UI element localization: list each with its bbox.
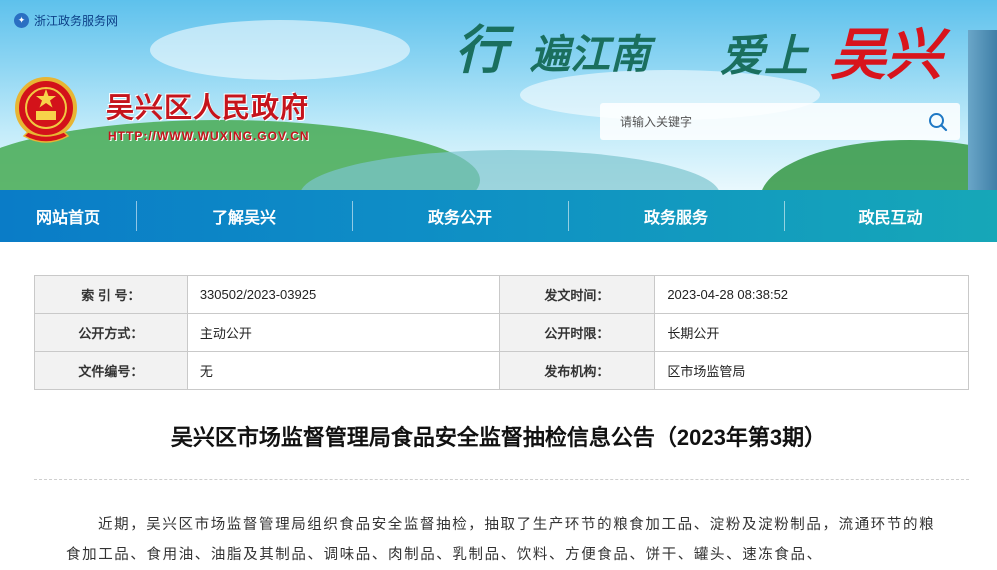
zhejiang-service-link[interactable]: ✦ 浙江政务服务网 xyxy=(14,12,118,29)
org-value: 区市场监管局 xyxy=(654,351,969,390)
main-nav: 网站首页 了解吴兴 政务公开 政务服务 政民互动 xyxy=(0,190,997,242)
table-row: 索 引 号： 330502/2023-03925 发文时间： 2023-04-2… xyxy=(34,275,969,314)
slogan-part: 遍江南 xyxy=(530,31,650,78)
nav-item-interaction[interactable]: 政民互动 xyxy=(784,190,997,242)
zhejiang-service-icon: ✦ xyxy=(14,13,29,28)
open-period-value: 长期公开 xyxy=(654,313,969,352)
site-title: 吴兴区人民政府 xyxy=(106,92,310,123)
article-body: 近期，吴兴区市场监督管理局组织食品安全监督抽检，抽取了生产环节的粮食加工品、淀粉… xyxy=(66,517,936,563)
index-label: 索 引 号： xyxy=(34,275,188,314)
divider xyxy=(34,479,969,480)
doc-no-label: 文件编号： xyxy=(34,351,188,390)
nav-item-gov-affairs[interactable]: 政务公开 xyxy=(352,190,568,242)
hill-decoration xyxy=(760,140,997,190)
national-emblem-icon xyxy=(15,77,77,143)
org-label: 发布机构： xyxy=(498,351,656,390)
table-row: 文件编号： 无 发布机构： 区市场监管局 xyxy=(34,351,969,390)
date-label: 发文时间： xyxy=(498,275,656,314)
open-period-label: 公开时限： xyxy=(498,313,656,352)
slogan-part: 行 xyxy=(455,20,508,81)
search-box xyxy=(600,103,960,140)
nav-item-about[interactable]: 了解吴兴 xyxy=(136,190,352,242)
open-method-value: 主动公开 xyxy=(186,313,500,352)
site-url: HTTP://WWW.WUXING.GOV.CN xyxy=(108,129,310,143)
table-row: 公开方式： 主动公开 公开时限： 长期公开 xyxy=(34,313,969,352)
index-value: 330502/2023-03925 xyxy=(186,275,500,314)
slogan-banner: 行 遍江南 爱上 吴兴 xyxy=(455,2,975,97)
article-title: 吴兴区市场监督管理局食品安全监督抽检信息公告（2023年第3期） xyxy=(170,425,827,450)
document-meta-table: 索 引 号： 330502/2023-03925 发文时间： 2023-04-2… xyxy=(34,275,969,390)
nav-item-home[interactable]: 网站首页 xyxy=(0,190,136,242)
search-input[interactable] xyxy=(600,114,916,129)
cloud-decoration xyxy=(150,20,410,80)
nav-item-gov-services[interactable]: 政务服务 xyxy=(568,190,784,242)
search-icon[interactable] xyxy=(916,103,960,140)
slogan-part: 吴兴 xyxy=(830,22,942,88)
header-banner: ✦ 浙江政务服务网 吴兴区人民政府 HTTP://WWW.WUXING.GOV.… xyxy=(0,0,997,190)
doc-no-value: 无 xyxy=(186,351,500,390)
slogan-part: 爱上 xyxy=(720,31,808,82)
open-method-label: 公开方式： xyxy=(34,313,188,352)
date-value: 2023-04-28 08:38:52 xyxy=(654,275,969,314)
zhejiang-service-label: 浙江政务服务网 xyxy=(34,14,119,28)
